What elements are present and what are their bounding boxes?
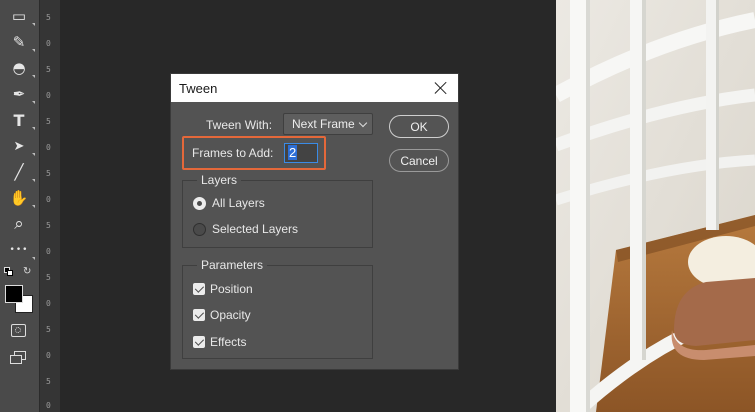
ruler-tick: 0: [46, 299, 51, 308]
tween-with-select[interactable]: Next Frame: [283, 113, 373, 135]
path-selection-icon[interactable]: ➤: [6, 135, 35, 157]
ok-button[interactable]: OK: [389, 115, 449, 138]
dialog-titlebar: Tween: [171, 74, 458, 102]
layers-group-title: Layers: [197, 173, 242, 187]
ruler-tick: 5: [46, 325, 51, 334]
ruler-tick: 0: [46, 91, 51, 100]
ruler-tick: 0: [46, 39, 51, 48]
ruler-tick: 0: [46, 401, 51, 410]
zoom-tool-icon[interactable]: ⌕: [6, 213, 32, 235]
line-tool-icon[interactable]: ╱: [6, 161, 35, 183]
line-glyph: ╱: [14, 163, 24, 181]
ruler-tick: 0: [46, 143, 51, 152]
foreground-color-swatch[interactable]: [5, 285, 23, 303]
radio-selected-layers[interactable]: [193, 223, 206, 236]
hand-glyph: ✋: [9, 189, 29, 207]
zoom-glyph: ⌕: [14, 214, 24, 234]
default-colors-icon[interactable]: [4, 267, 13, 276]
effects-label[interactable]: Effects: [210, 335, 246, 349]
ruler-tick: 0: [46, 195, 51, 204]
parameters-group-title: Parameters: [197, 258, 268, 272]
frames-to-add-input[interactable]: 2: [284, 143, 318, 163]
tools-panel: ▭ ✎ ◓ ✒ T ➤ ╱ ✋ ⌕ ••• ↻: [0, 0, 39, 412]
staircase-photo: [556, 0, 755, 412]
hand-tool-icon[interactable]: ✋: [6, 187, 35, 209]
swap-colors-icon[interactable]: ↻: [23, 266, 31, 277]
dialog-title: Tween: [179, 80, 218, 96]
frames-to-add-label: Frames to Add:: [192, 146, 274, 160]
checkbox-position[interactable]: [193, 283, 205, 295]
frames-to-add-value: 2: [288, 145, 298, 160]
parameters-group: Parameters Position Opacity Effects: [182, 258, 373, 359]
vertical-ruler: 5 0 5 0 5 0 5 0 5 0 5 0 5 0 5 0: [39, 0, 60, 412]
checkbox-effects[interactable]: [193, 336, 205, 348]
ruler-tick: 5: [46, 221, 51, 230]
gradient-glyph: ▭: [11, 7, 27, 25]
quick-mask-icon[interactable]: [11, 324, 26, 337]
smudge-glyph: ✎: [12, 33, 26, 51]
gradient-tool-icon[interactable]: ▭: [6, 5, 35, 27]
all-layers-label[interactable]: All Layers: [212, 196, 265, 210]
ruler-tick: 0: [46, 351, 51, 360]
tween-with-label: Tween With:: [206, 118, 273, 132]
ruler-tick: 0: [46, 247, 51, 256]
position-label[interactable]: Position: [210, 282, 253, 296]
layers-group: Layers All Layers Selected Layers: [182, 173, 373, 248]
ruler-tick: 5: [46, 117, 51, 126]
pen-glyph: ✒: [12, 85, 26, 103]
ruler-tick: 5: [46, 273, 51, 282]
chevron-down-icon: [358, 118, 368, 128]
ruler-tick: 5: [46, 13, 51, 22]
dodge-glyph: ◓: [12, 59, 26, 77]
type-glyph: T: [13, 110, 25, 130]
opacity-label[interactable]: Opacity: [210, 308, 251, 322]
path-selection-glyph: ➤: [13, 138, 25, 154]
pen-tool-icon[interactable]: ✒: [6, 83, 35, 105]
type-tool-icon[interactable]: T: [6, 109, 35, 131]
more-tools-icon[interactable]: •••: [6, 239, 35, 261]
tween-with-value: Next Frame: [292, 117, 355, 131]
close-icon[interactable]: [432, 79, 450, 97]
radio-all-layers[interactable]: [193, 197, 206, 210]
ruler-tick: 5: [46, 169, 51, 178]
checkbox-opacity[interactable]: [193, 309, 205, 321]
smudge-tool-icon[interactable]: ✎: [6, 31, 35, 53]
screen-mode-icon[interactable]: [10, 351, 27, 364]
cancel-button[interactable]: Cancel: [389, 149, 449, 172]
selected-layers-label[interactable]: Selected Layers: [212, 222, 298, 236]
ruler-tick: 5: [46, 65, 51, 74]
ruler-tick: 5: [46, 377, 51, 386]
document-image: [556, 0, 755, 412]
tween-dialog: Tween Tween With: Next Frame OK Cancel F…: [170, 73, 459, 370]
more-tools-glyph: •••: [9, 245, 29, 255]
dodge-tool-icon[interactable]: ◓: [6, 57, 35, 79]
